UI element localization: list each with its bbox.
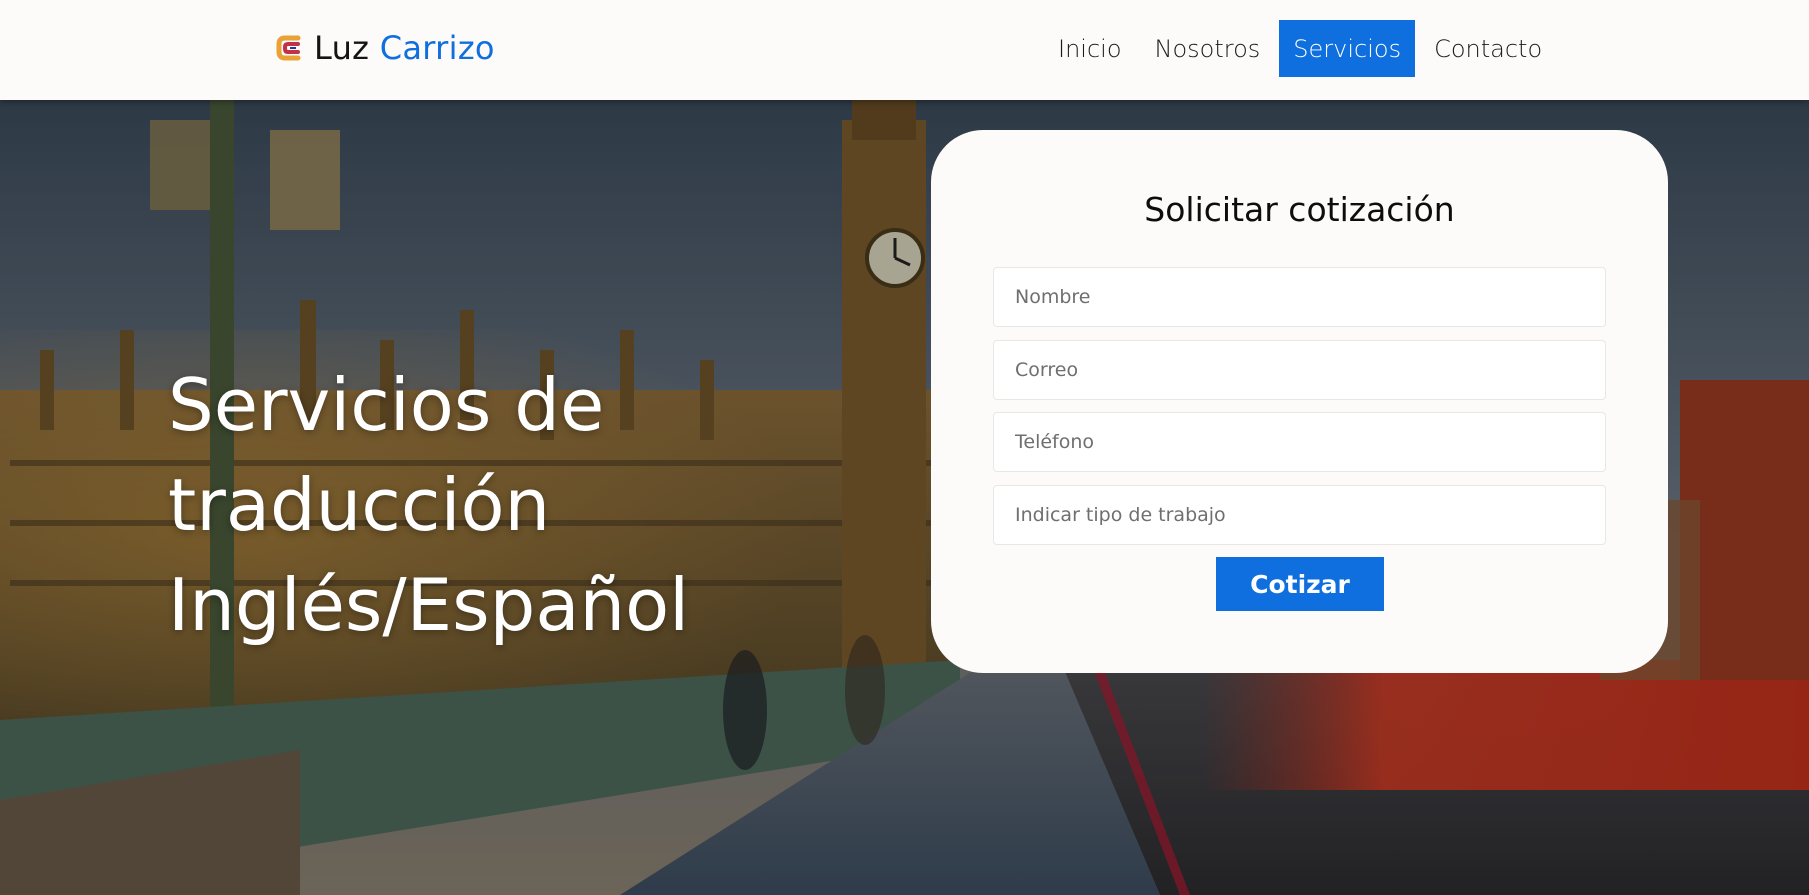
nav-item-nosotros[interactable]: Nosotros bbox=[1141, 20, 1275, 77]
work-type-input[interactable] bbox=[993, 485, 1606, 545]
brand-first-name: Luz bbox=[314, 29, 370, 67]
nav-item-contacto[interactable]: Contacto bbox=[1420, 20, 1556, 77]
hero-title-line: Servicios de bbox=[168, 363, 605, 447]
email-input[interactable] bbox=[993, 340, 1606, 400]
form-title: Solicitar cotización bbox=[1144, 190, 1455, 229]
name-input[interactable] bbox=[993, 267, 1606, 327]
luz-carrizo-logo-icon bbox=[276, 35, 301, 61]
hero-title-line: Inglés/Español bbox=[168, 563, 690, 647]
brand-last-name: Carrizo bbox=[379, 29, 495, 67]
cotizar-button[interactable]: Cotizar bbox=[1216, 557, 1384, 611]
hero-title-line: traducción bbox=[168, 463, 551, 547]
phone-input[interactable] bbox=[993, 412, 1606, 472]
nav-item-servicios[interactable]: Servicios bbox=[1279, 20, 1416, 77]
main-nav: Inicio Nosotros Servicios Contacto bbox=[1044, 20, 1561, 77]
hero-title: Servicios de traducción Inglés/Español bbox=[168, 355, 788, 655]
brand-logo[interactable]: Luz Carrizo bbox=[276, 28, 495, 68]
quote-form-card: Solicitar cotización Cotizar bbox=[931, 130, 1668, 673]
nav-item-inicio[interactable]: Inicio bbox=[1044, 20, 1136, 77]
site-header: Luz Carrizo Inicio Nosotros Servicios Co… bbox=[0, 0, 1809, 100]
